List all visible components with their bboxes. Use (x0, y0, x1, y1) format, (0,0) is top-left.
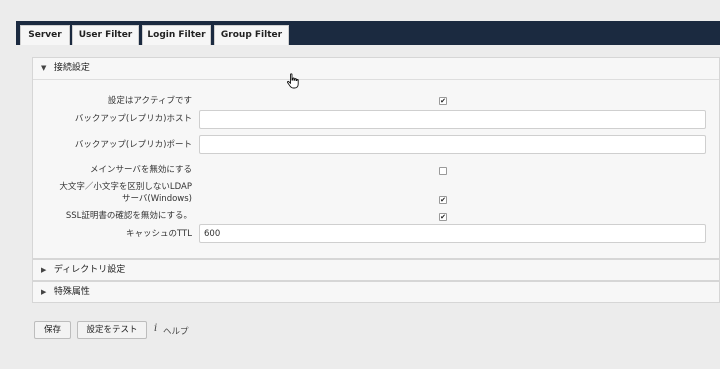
info-icon[interactable]: i (154, 323, 157, 334)
case-insensitive-label-line2: サーバ(Windows) (122, 194, 192, 204)
active-checkbox[interactable]: ✔ (439, 97, 447, 105)
section-title: ディレクトリ設定 (53, 265, 126, 275)
tab-server[interactable]: Server (20, 25, 70, 45)
help-link[interactable]: ヘルプ (163, 325, 189, 337)
backup-host-input[interactable] (199, 110, 706, 129)
directory-settings-panel: ▶ ディレクトリ設定 (32, 259, 720, 281)
special-attributes-header[interactable]: ▶ 特殊属性 (33, 282, 719, 303)
directory-settings-header[interactable]: ▶ ディレクトリ設定 (33, 260, 719, 281)
hand-cursor-icon (287, 73, 299, 89)
caret-down-icon: ▼ (41, 64, 47, 72)
disable-main-server-checkbox[interactable] (439, 167, 447, 175)
backup-port-label: バックアップ(レプリカ)ポート (74, 140, 192, 150)
case-insensitive-label-line1: 大文字／小文字を区別しないLDAP (59, 182, 192, 192)
backup-host-label: バックアップ(レプリカ)ホスト (74, 114, 192, 124)
backup-port-input[interactable] (199, 135, 706, 154)
tab-group-filter[interactable]: Group Filter (214, 25, 289, 45)
cache-ttl-label: キャッシュのTTL (126, 229, 192, 239)
section-title: 特殊属性 (53, 287, 90, 297)
active-label: 設定はアクティブです (107, 96, 192, 106)
case-insensitive-checkbox[interactable]: ✔ (439, 196, 447, 204)
disable-ssl-validation-checkbox[interactable]: ✔ (439, 213, 447, 221)
test-settings-button[interactable]: 設定をテスト (77, 321, 147, 339)
cache-ttl-input[interactable] (199, 224, 706, 243)
save-button[interactable]: 保存 (34, 321, 71, 339)
special-attributes-panel: ▶ 特殊属性 (32, 281, 720, 303)
disable-main-server-label: メインサーバを無効にする (89, 165, 192, 175)
connection-settings-header[interactable]: ▼ 接続設定 (33, 58, 719, 80)
caret-right-icon: ▶ (41, 288, 47, 296)
disable-ssl-validation-label: SSL証明書の確認を無効にする。 (65, 211, 192, 221)
caret-right-icon: ▶ (41, 266, 47, 274)
tab-login-filter[interactable]: Login Filter (142, 25, 211, 45)
section-title: 接続設定 (53, 63, 90, 73)
tab-user-filter[interactable]: User Filter (72, 25, 139, 45)
